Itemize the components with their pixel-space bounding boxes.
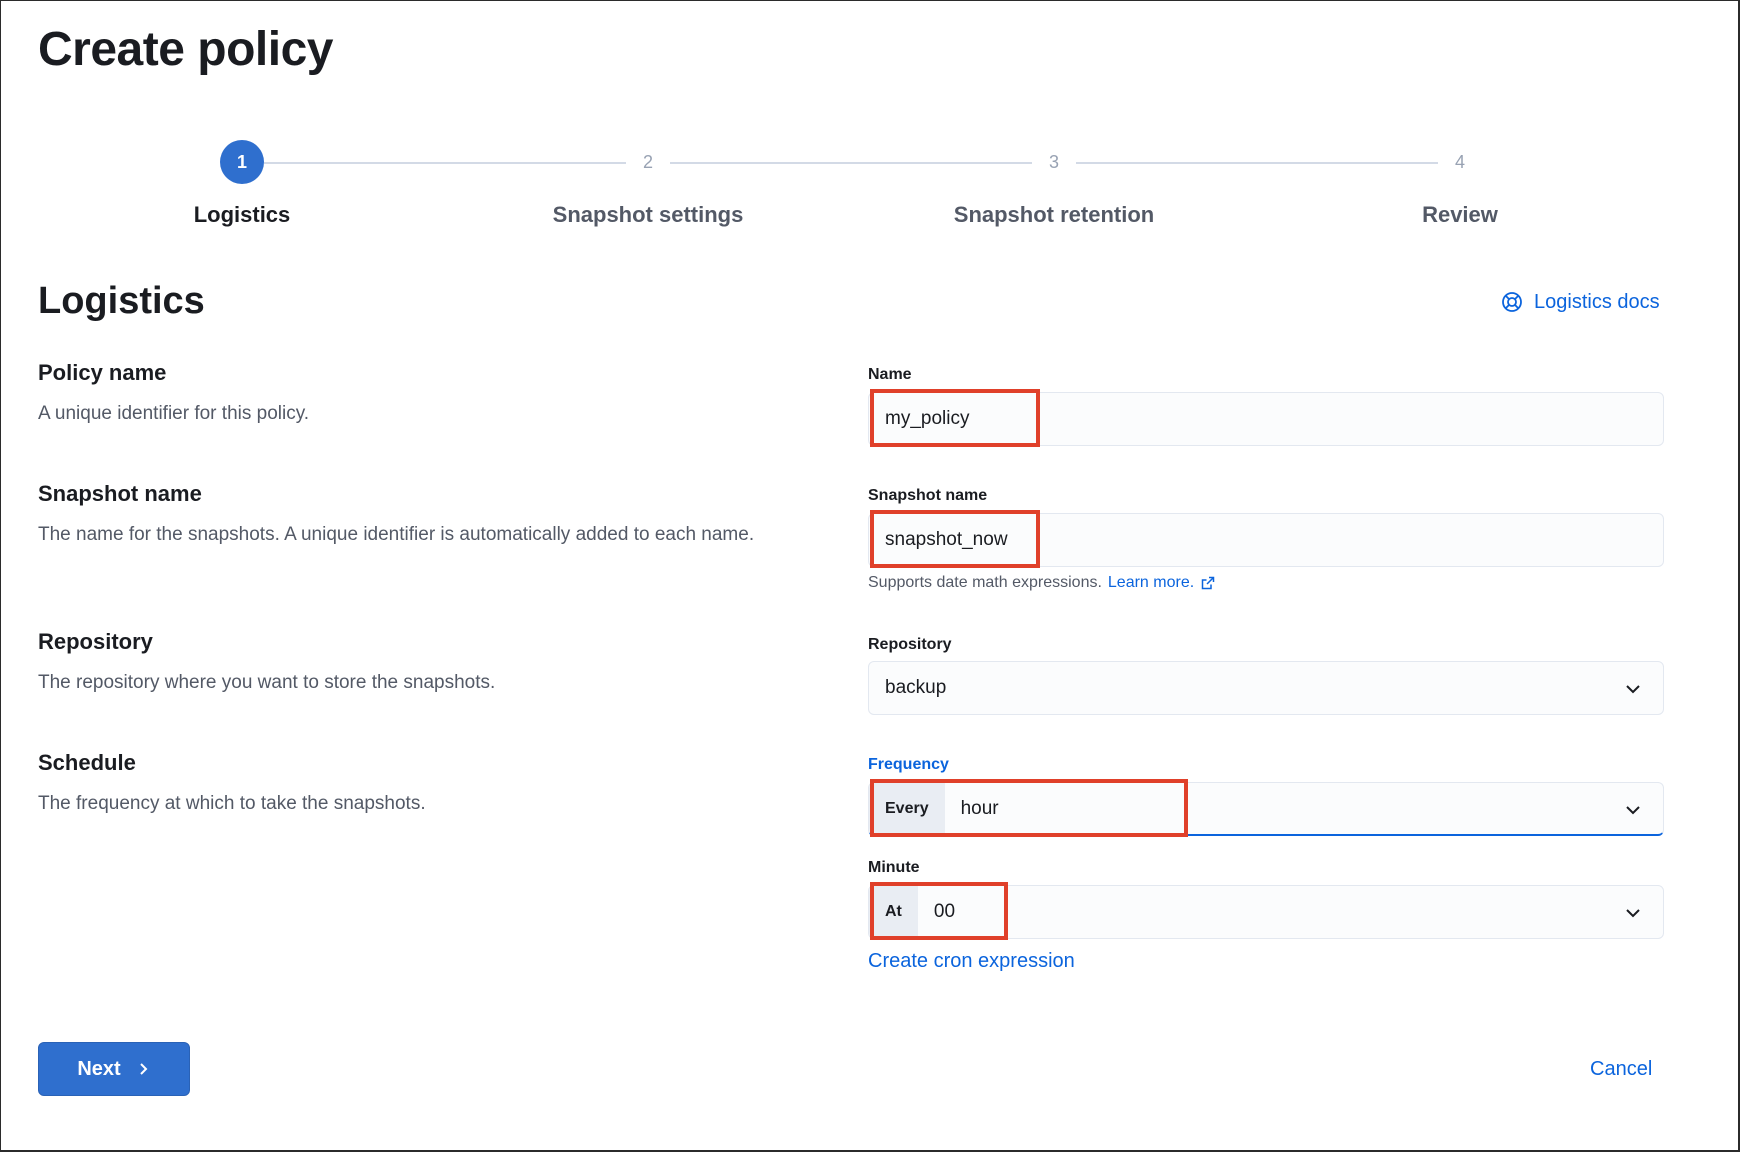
- step-snapshot-settings[interactable]: 2 Snapshot settings: [498, 140, 798, 228]
- policy-name-title: Policy name: [38, 360, 167, 385]
- frequency-label: Frequency: [868, 756, 949, 773]
- section-title: Logistics: [38, 280, 205, 322]
- help-text: Supports date math expressions.: [868, 574, 1102, 591]
- lifebuoy-icon: [1502, 292, 1522, 312]
- minute-value: 00: [933, 901, 956, 922]
- step-number: 3: [1032, 140, 1076, 184]
- stepper: 1 Logistics 2 Snapshot settings 3 Snapsh…: [0, 140, 1740, 230]
- cancel-button[interactable]: Cancel: [1590, 1058, 1652, 1081]
- minute-prepend: At: [869, 886, 918, 938]
- create-cron-expression-link[interactable]: Create cron expression: [868, 950, 1075, 973]
- step-number: 2: [626, 140, 670, 184]
- step-label: Snapshot retention: [953, 202, 1155, 227]
- minute-select[interactable]: At 00: [868, 885, 1664, 939]
- logistics-docs-link[interactable]: Logistics docs: [1500, 290, 1660, 314]
- external-link-icon: [1201, 576, 1215, 590]
- learn-more-link[interactable]: Learn more.: [1108, 574, 1194, 592]
- repository-title: Repository: [38, 629, 153, 654]
- policy-name-description: A unique identifier for this policy.: [38, 403, 310, 424]
- step-number: 1: [220, 140, 264, 184]
- step-logistics[interactable]: 1 Logistics: [92, 140, 392, 228]
- step-label: Logistics: [193, 202, 291, 227]
- step-review[interactable]: 4 Review: [1310, 140, 1610, 228]
- step-snapshot-retention[interactable]: 3 Snapshot retention: [904, 140, 1204, 228]
- repository-description: The repository where you want to store t…: [38, 672, 496, 693]
- repository-select[interactable]: backup: [868, 661, 1664, 715]
- repository-value: backup: [885, 677, 947, 698]
- chevron-down-icon: [1626, 806, 1640, 815]
- schedule-description: The frequency at which to take the snaps…: [38, 793, 426, 814]
- repository-label: Repository: [868, 636, 952, 653]
- page-title: Create policy: [38, 23, 333, 76]
- name-label: Name: [868, 366, 912, 383]
- snapshot-name-label: Snapshot name: [868, 487, 988, 504]
- name-field-wrapper: [868, 392, 1664, 446]
- frequency-prepend: Every: [869, 783, 945, 834]
- snapshot-name-input[interactable]: [869, 514, 1663, 566]
- minute-label: Minute: [868, 859, 920, 876]
- snapshot-name-help: Supports date math expressions. Learn mo…: [868, 574, 1216, 592]
- step-label: Snapshot settings: [552, 202, 744, 227]
- step-number: 4: [1438, 140, 1482, 184]
- frequency-select[interactable]: Every hour: [868, 782, 1664, 836]
- next-button[interactable]: Next: [38, 1042, 190, 1096]
- step-label: Review: [1422, 202, 1498, 227]
- chevron-down-icon: [1626, 909, 1640, 918]
- chevron-right-icon: [139, 1063, 148, 1075]
- snapshot-name-field-wrapper: [868, 513, 1664, 567]
- snapshot-name-title: Snapshot name: [38, 481, 202, 506]
- schedule-title: Schedule: [38, 750, 136, 775]
- chevron-down-icon: [1626, 685, 1640, 694]
- frequency-value: hour: [960, 797, 999, 819]
- name-input[interactable]: [869, 393, 1663, 445]
- snapshot-name-description: The name for the snapshots. A unique ide…: [38, 524, 755, 545]
- next-label: Next: [77, 1057, 121, 1080]
- logistics-docs-label: Logistics docs: [1534, 290, 1660, 313]
